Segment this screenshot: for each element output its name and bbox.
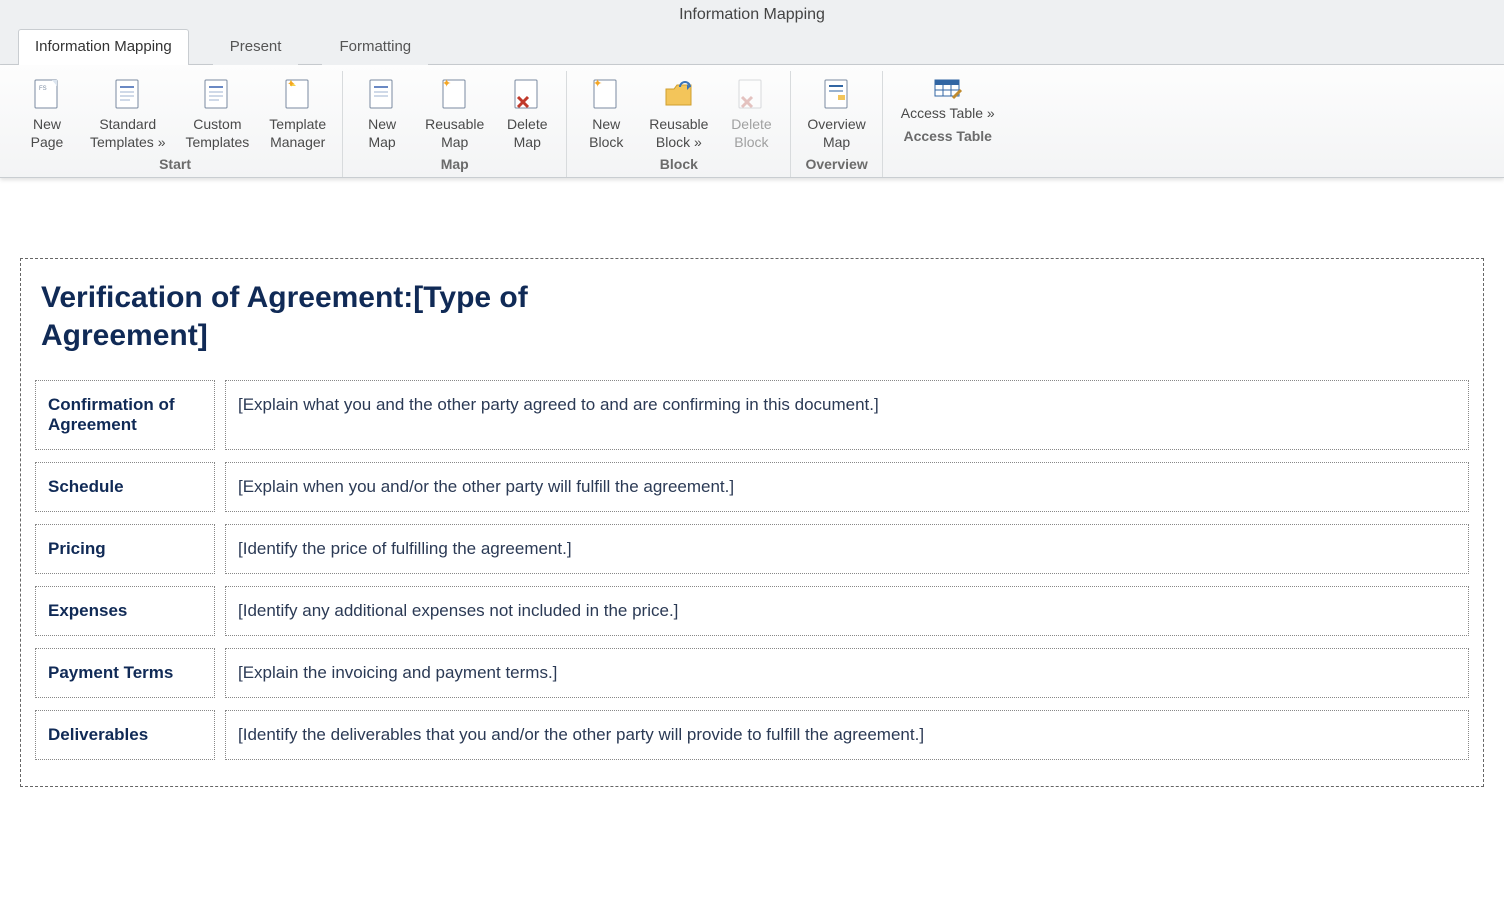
tab-information-mapping[interactable]: Information Mapping <box>18 29 189 65</box>
document-template[interactable]: Verification of Agreement:[Type of Agree… <box>20 258 1484 787</box>
svg-text:✦: ✦ <box>593 78 602 90</box>
delete-map-button[interactable]: DeleteMap <box>494 71 560 153</box>
reusable-map-button[interactable]: ✦ ReusableMap <box>415 71 494 153</box>
group-label-map: Map <box>349 153 560 177</box>
page-delete-icon <box>732 75 770 113</box>
svg-text:✦: ✦ <box>287 79 295 90</box>
document-area: Verification of Agreement:[Type of Agree… <box>0 178 1504 807</box>
table-row: Pricing [Identify the price of fulfillin… <box>35 524 1469 574</box>
page-lines-icon <box>109 75 147 113</box>
tab-present[interactable]: Present <box>213 29 299 65</box>
document-title[interactable]: Verification of Agreement:[Type of Agree… <box>35 273 655 368</box>
svg-text:✦: ✦ <box>442 78 451 90</box>
new-map-button[interactable]: NewMap <box>349 71 415 153</box>
group-label-start: Start <box>14 153 336 177</box>
row-value-payment-terms[interactable]: [Explain the invoicing and payment terms… <box>225 648 1469 698</box>
row-value-deliverables[interactable]: [Identify the deliverables that you and/… <box>225 710 1469 760</box>
template-manager-button[interactable]: ✦ TemplateManager <box>259 71 336 153</box>
ribbon-group-access-table: Access Table » Access Table <box>883 71 1013 177</box>
new-page-button[interactable]: FS NewPage <box>14 71 80 153</box>
overview-map-button[interactable]: OverviewMap <box>797 71 875 153</box>
table-edit-icon <box>929 77 967 103</box>
row-value-schedule[interactable]: [Explain when you and/or the other party… <box>225 462 1469 512</box>
group-label-overview: Overview <box>797 153 875 177</box>
row-label-schedule[interactable]: Schedule <box>35 462 215 512</box>
ribbon: FS NewPage StandardTemplates » CustomTem… <box>0 65 1504 178</box>
page-star-blank-icon: ✦ <box>587 75 625 113</box>
page-delete-icon <box>508 75 546 113</box>
custom-templates-button[interactable]: CustomTemplates <box>175 71 259 153</box>
access-table-button[interactable]: Access Table » <box>889 71 1007 125</box>
row-label-payment-terms[interactable]: Payment Terms <box>35 648 215 698</box>
page-new-icon: FS <box>28 75 66 113</box>
tab-formatting[interactable]: Formatting <box>322 29 428 65</box>
row-label-deliverables[interactable]: Deliverables <box>35 710 215 760</box>
row-value-pricing[interactable]: [Identify the price of fulfilling the ag… <box>225 524 1469 574</box>
group-label-block: Block <box>573 153 784 177</box>
table-row: Payment Terms [Explain the invoicing and… <box>35 648 1469 698</box>
row-label-expenses[interactable]: Expenses <box>35 586 215 636</box>
table-row: Expenses [Identify any additional expens… <box>35 586 1469 636</box>
group-label-access-table: Access Table <box>889 125 1007 149</box>
page-lines-icon <box>198 75 236 113</box>
standard-templates-button[interactable]: StandardTemplates » <box>80 71 175 153</box>
row-value-expenses[interactable]: [Identify any additional expenses not in… <box>225 586 1469 636</box>
app-title: Information Mapping <box>0 0 1504 28</box>
table-row: Schedule [Explain when you and/or the ot… <box>35 462 1469 512</box>
svg-text:FS: FS <box>39 86 47 92</box>
page-star-icon: ✦ <box>279 75 317 113</box>
ribbon-group-overview: OverviewMap Overview <box>791 71 882 177</box>
page-lines-color-icon <box>818 75 856 113</box>
row-label-confirmation[interactable]: Confirmation of Agreement <box>35 380 215 450</box>
page-star-icon: ✦ <box>436 75 474 113</box>
folder-icon <box>660 75 698 113</box>
table-row: Deliverables [Identify the deliverables … <box>35 710 1469 760</box>
page-lines-icon <box>363 75 401 113</box>
ribbon-group-block: ✦ NewBlock ReusableBlock » DeleteBlock B… <box>567 71 791 177</box>
reusable-block-button[interactable]: ReusableBlock » <box>639 71 718 153</box>
ribbon-tabstrip: Information Mapping Present Formatting <box>0 28 1504 65</box>
delete-block-button: DeleteBlock <box>718 71 784 153</box>
new-block-button[interactable]: ✦ NewBlock <box>573 71 639 153</box>
row-label-pricing[interactable]: Pricing <box>35 524 215 574</box>
ribbon-group-map: NewMap ✦ ReusableMap DeleteMap Map <box>343 71 567 177</box>
table-row: Confirmation of Agreement [Explain what … <box>35 380 1469 450</box>
ribbon-group-start: FS NewPage StandardTemplates » CustomTem… <box>8 71 343 177</box>
row-value-confirmation[interactable]: [Explain what you and the other party ag… <box>225 380 1469 450</box>
